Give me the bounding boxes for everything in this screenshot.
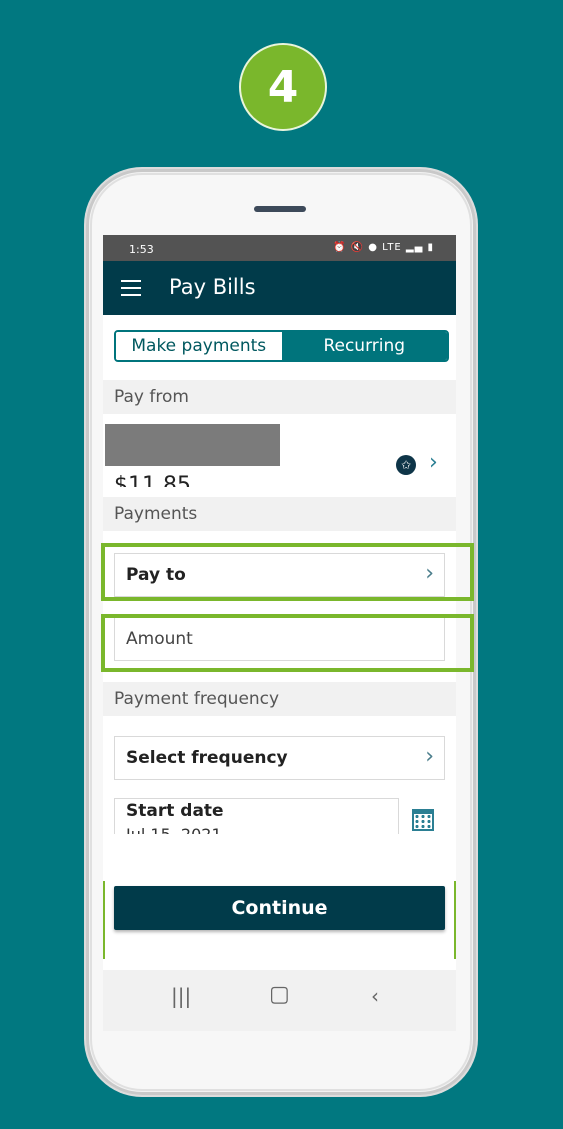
home-icon[interactable]: ▢ [269,982,290,1007]
step-number-badge: 4 [239,43,327,131]
status-bar: 1:53 ⏰ 🔇 ● LTE ▂▄ ▮ [103,235,456,261]
select-frequency-label: Select frequency [126,748,288,768]
chevron-right-icon[interactable]: › [429,450,438,475]
pay-to-highlight [101,543,474,601]
payments-header-label: Payments [114,504,198,524]
hamburger-icon[interactable] [121,280,141,296]
phone-speaker [254,206,306,212]
recents-icon[interactable]: ||| [171,984,191,1008]
star-icon[interactable]: ✩ [396,455,416,475]
payment-type-tabs: Make payments Recurring [114,330,449,362]
app-bar: Pay Bills [103,261,456,315]
payment-frequency-header-label: Payment frequency [114,689,280,709]
android-nav-bar: ||| ▢ ‹ [103,970,456,1031]
select-frequency-field[interactable]: Select frequency › [114,736,445,780]
chevron-right-icon: › [425,744,434,769]
start-date-field[interactable]: Start date Jul 15, 2021 [114,798,399,834]
start-date-value: Jul 15, 2021 [126,825,222,834]
continue-button[interactable]: Continue [114,886,445,930]
pay-from-header: Pay from [103,380,456,414]
calendar-icon[interactable] [412,809,434,831]
pay-from-header-label: Pay from [114,387,189,407]
status-time: 1:53 [129,243,154,256]
tab-make-payments[interactable]: Make payments [116,332,282,360]
tab-recurring[interactable]: Recurring [281,332,447,360]
page-title: Pay Bills [169,275,256,299]
amount-highlight [101,614,474,672]
status-icons: ⏰ 🔇 ● LTE ▂▄ ▮ [332,242,434,253]
start-date-label: Start date [126,801,224,821]
back-icon[interactable]: ‹ [371,984,379,1008]
account-balance: $11.85 [114,473,191,487]
payment-frequency-header: Payment frequency [103,682,456,716]
payments-header: Payments [103,497,456,531]
account-name-redacted [105,424,280,466]
